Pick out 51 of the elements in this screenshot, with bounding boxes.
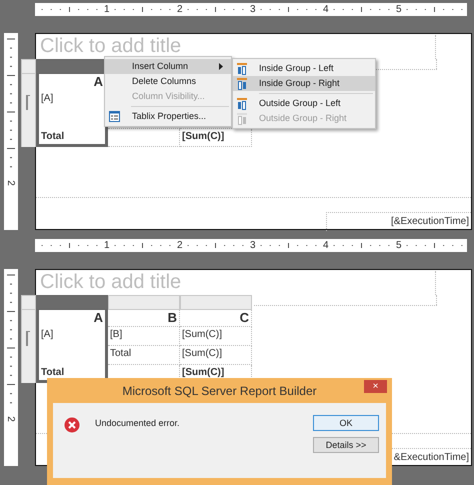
table-cell: Total xyxy=(108,346,180,365)
table-cell: [Sum(C)] xyxy=(180,346,252,365)
close-button[interactable]: × xyxy=(364,380,387,393)
corner-handle[interactable] xyxy=(21,295,36,310)
corner-handle[interactable] xyxy=(21,59,36,74)
table-cell: [Sum(C)] xyxy=(180,129,252,147)
ruler-label: 5 xyxy=(396,239,402,252)
column-handle[interactable] xyxy=(180,295,252,310)
ruler-label: 1 xyxy=(104,239,110,252)
menu-item[interactable]: Inside Group - Left xyxy=(233,61,375,76)
menu-item[interactable]: Insert Column xyxy=(105,59,231,74)
menu-item[interactable]: Tablix Properties... xyxy=(105,109,231,124)
insert-column-icon xyxy=(237,98,247,110)
ruler-label: 2 xyxy=(4,416,15,422)
ruler-label: 4 xyxy=(323,3,329,16)
table-cell: A xyxy=(36,310,108,327)
dialog-button[interactable]: Details >> xyxy=(313,437,379,453)
column-handle[interactable] xyxy=(108,295,180,310)
ruler-label: 4 xyxy=(323,239,329,252)
row-handle[interactable] xyxy=(21,74,36,91)
insert-column-icon xyxy=(237,113,247,125)
properties-icon xyxy=(109,111,120,122)
ruler-label: 2 xyxy=(177,3,183,16)
ruler-label: 2 xyxy=(177,239,183,252)
menu-item[interactable]: Delete Columns xyxy=(105,74,231,89)
insert-column-icon xyxy=(237,63,247,75)
table-cell: [Sum(C)] xyxy=(180,327,252,346)
submenu-arrow-icon xyxy=(219,63,223,70)
table-cell: [B] xyxy=(108,327,180,346)
ruler-label: 1 xyxy=(104,3,110,16)
row-handle[interactable] xyxy=(21,365,36,383)
row-handle[interactable] xyxy=(21,310,36,327)
error-icon xyxy=(64,417,80,433)
table-cell: C xyxy=(180,310,252,327)
insert-column-icon xyxy=(237,78,247,90)
table-cell: [A] xyxy=(36,327,108,346)
execution-time-field[interactable]: [&ExecutionTime] xyxy=(326,212,471,231)
ruler-label: 2 xyxy=(4,180,15,186)
menu-item[interactable]: Outside Group - Left xyxy=(233,96,375,111)
table-cell: Total xyxy=(36,129,108,147)
error-message: Undocumented error. xyxy=(95,417,180,430)
column-handle[interactable] xyxy=(36,295,108,310)
ruler-label: 3 xyxy=(250,239,256,252)
table-cell xyxy=(108,129,180,147)
menu-item[interactable]: Inside Group - Right xyxy=(233,76,375,91)
table-cell: B xyxy=(108,310,180,327)
row-handle[interactable] xyxy=(21,129,36,147)
dialog-title: Microsoft SQL Server Report Builder xyxy=(122,382,317,400)
ruler-label: 3 xyxy=(250,3,256,16)
ruler-label: 5 xyxy=(396,3,402,16)
dialog-button[interactable]: OK xyxy=(313,415,379,431)
